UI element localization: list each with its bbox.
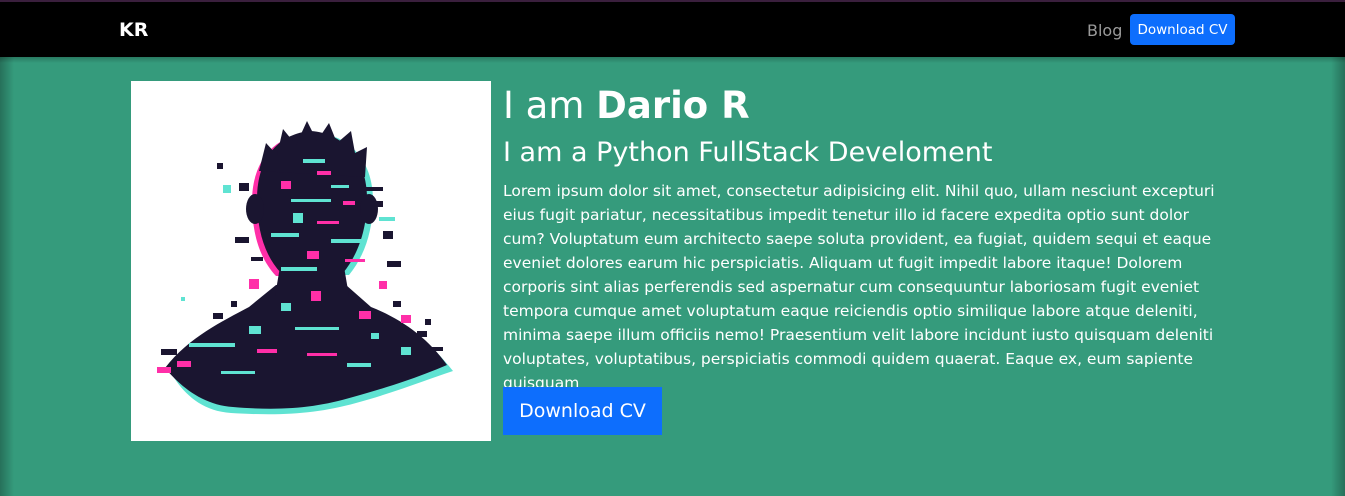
glitch-silhouette-portrait-icon [157, 121, 453, 415]
profile-portrait-image [131, 81, 491, 441]
hero-title-name: Dario R [596, 84, 750, 127]
hero-description: Lorem ipsum dolor sit amet, consectetur … [503, 182, 1215, 392]
nav-link-blog[interactable]: Blog [1087, 21, 1122, 40]
header-shadow [0, 57, 1345, 63]
brand-logo[interactable]: KR [119, 19, 148, 41]
left-edge-shadow [0, 57, 14, 496]
hero-title-prefix: I am [503, 84, 597, 127]
right-edge-shadow [1331, 57, 1345, 496]
hero-download-cv-button[interactable]: Download CV [503, 387, 662, 435]
hero-title: I am Dario R [503, 84, 750, 127]
hero-subtitle: I am a Python FullStack Develoment [503, 137, 993, 168]
top-navbar: KR Blog Download CV [0, 0, 1345, 57]
navbar-download-cv-button[interactable]: Download CV [1130, 14, 1235, 45]
